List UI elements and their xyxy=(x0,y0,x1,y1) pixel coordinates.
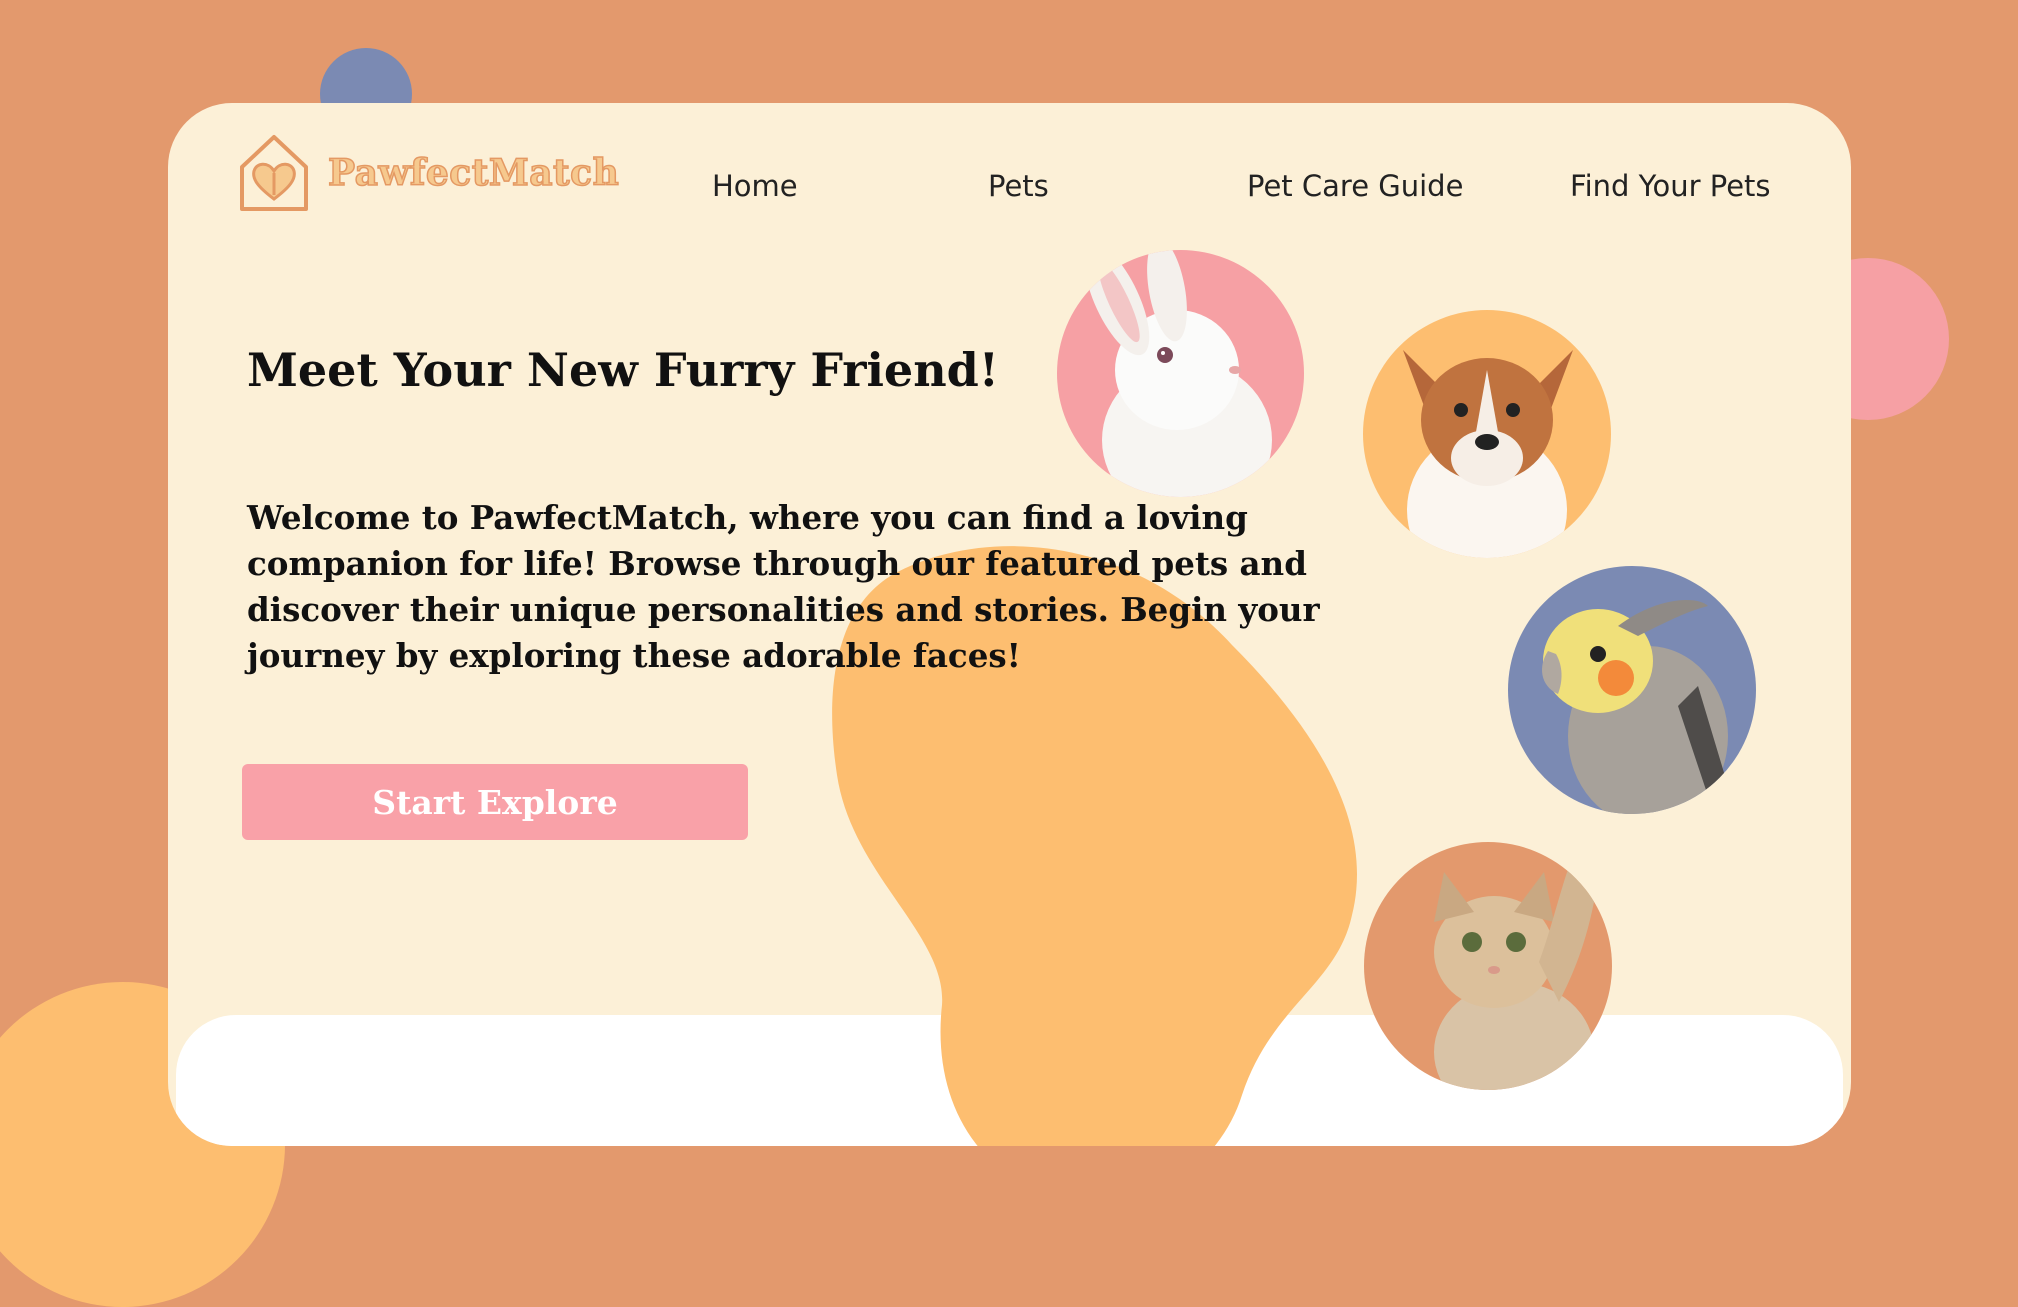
nav-pets[interactable]: Pets xyxy=(988,169,1049,203)
start-explore-button[interactable]: Start Explore xyxy=(242,764,748,840)
brand-name: PawfectMatch xyxy=(327,151,620,195)
kitten-icon xyxy=(1434,842,1604,1090)
nav-home[interactable]: Home xyxy=(712,169,798,203)
hero-description: Welcome to PawfectMatch, where you can f… xyxy=(247,498,1320,675)
pet-card-rabbit[interactable] xyxy=(1057,250,1304,497)
corgi-icon xyxy=(1403,350,1573,558)
cockatiel-icon xyxy=(1542,600,1728,814)
brand-logo[interactable]: PawfectMatch xyxy=(238,133,620,213)
rabbit-icon xyxy=(1084,250,1272,497)
nav-pet-care-guide[interactable]: Pet Care Guide xyxy=(1247,169,1463,203)
hero-card: PawfectMatch Home Pets Pet Care Guide Fi… xyxy=(168,103,1851,1146)
pet-card-corgi[interactable] xyxy=(1363,310,1611,558)
pet-card-cockatiel[interactable] xyxy=(1508,566,1756,814)
hero-title: Meet Your New Furry Friend! xyxy=(247,343,999,397)
nav-find-your-pets[interactable]: Find Your Pets xyxy=(1570,169,1771,203)
house-heart-icon xyxy=(240,135,308,211)
pet-card-kitten[interactable] xyxy=(1364,842,1612,1090)
